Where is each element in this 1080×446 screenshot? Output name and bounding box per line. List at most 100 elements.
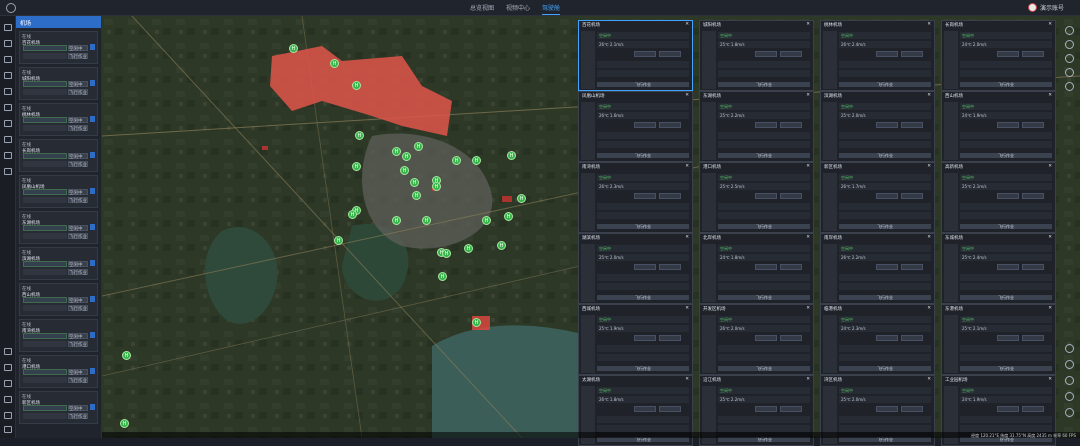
dock-action-button[interactable]: 空闲中 <box>68 333 88 339</box>
dock-status-panel[interactable]: 百花机场 ✕ 空闲中 26℃ 2.1m/s 飞行作业 <box>578 20 693 91</box>
panel-mode-tag[interactable] <box>634 406 656 412</box>
dock-status-panel[interactable]: 新区机场 ✕ 空闲中 26℃ 1.7m/s 飞行作业 <box>820 162 935 233</box>
dock-map-marker[interactable]: H <box>452 156 461 165</box>
dock-icon[interactable] <box>4 72 12 79</box>
dock-status-panel[interactable]: 开发区机场 ✕ 空闲中 26℃ 2.0m/s 飞行作业 <box>699 304 814 375</box>
dock-map-marker[interactable]: H <box>348 210 357 219</box>
dock-map-marker[interactable]: H <box>497 241 506 250</box>
dock-status-panel[interactable]: 西山机场 ✕ 空闲中 24℃ 1.9m/s 飞行作业 <box>941 91 1056 162</box>
dock-status-panel[interactable]: 桃林机场 ✕ 空闲中 26℃ 2.4m/s 飞行作业 <box>820 20 935 91</box>
dock-action-button[interactable]: 空闲中 <box>68 81 88 87</box>
settings-icon[interactable] <box>4 426 12 433</box>
dock-fly-button[interactable]: 飞行作业 <box>68 197 88 203</box>
document-icon[interactable] <box>4 120 12 127</box>
panel-mode-tag[interactable] <box>659 264 681 270</box>
expand-icon[interactable] <box>90 404 95 410</box>
panel-mode-tag[interactable] <box>876 406 898 412</box>
close-icon[interactable]: ✕ <box>927 164 931 170</box>
dock-list-header[interactable]: 机场 <box>16 16 101 28</box>
close-icon[interactable]: ✕ <box>1048 306 1052 312</box>
dock-status-panel[interactable]: 南岸机场 ✕ 空闲中 26℃ 2.2m/s 飞行作业 <box>820 233 935 304</box>
dock-fly-button[interactable]: 飞行作业 <box>68 89 88 95</box>
expand-icon[interactable] <box>90 116 95 122</box>
panel-mode-tag[interactable] <box>780 122 802 128</box>
panel-mode-tag[interactable] <box>876 193 898 199</box>
dock-map-marker[interactable]: H <box>472 156 481 165</box>
dock-fly-button[interactable]: 飞行作业 <box>68 161 88 167</box>
close-icon[interactable]: ✕ <box>806 377 810 383</box>
dock-map-marker[interactable]: H <box>392 147 401 156</box>
dock-status-panel[interactable]: 高新机场 ✕ 空闲中 25℃ 2.1m/s 飞行作业 <box>941 162 1056 233</box>
dock-action-button[interactable]: 空闲中 <box>68 369 88 375</box>
dock-map-marker[interactable]: H <box>334 236 343 245</box>
dock-status-panel[interactable]: 滨湖机场 ✕ 空闲中 25℃ 2.0m/s 飞行作业 <box>820 91 935 162</box>
upload-icon[interactable] <box>4 40 12 47</box>
dock-map-marker[interactable]: H <box>392 216 401 225</box>
panel-mode-tag[interactable] <box>755 193 777 199</box>
dock-fly-button[interactable]: 飞行作业 <box>68 413 88 419</box>
panel-fly-button[interactable]: 飞行作业 <box>718 153 810 158</box>
panel-mode-tag[interactable] <box>1022 406 1044 412</box>
tool-icon[interactable] <box>4 412 12 419</box>
panel-mode-tag[interactable] <box>780 51 802 57</box>
dock-status-panel[interactable]: 港口机场 ✕ 空闲中 25℃ 2.5m/s 飞行作业 <box>699 162 814 233</box>
panel-mode-tag[interactable] <box>1022 193 1044 199</box>
close-icon[interactable]: ✕ <box>1048 235 1052 241</box>
panel-mode-tag[interactable] <box>901 406 923 412</box>
panel-mode-tag[interactable] <box>901 335 923 341</box>
panel-mode-tag[interactable] <box>901 193 923 199</box>
panel-mode-tag[interactable] <box>634 264 656 270</box>
panel-mode-tag[interactable] <box>755 406 777 412</box>
expand-icon[interactable] <box>90 224 95 230</box>
dock-map-marker[interactable]: H <box>355 131 364 140</box>
panel-fly-button[interactable]: 飞行作业 <box>718 224 810 229</box>
panel-mode-tag[interactable] <box>659 51 681 57</box>
close-icon[interactable]: ✕ <box>685 235 689 241</box>
dock-fly-button[interactable]: 飞行作业 <box>68 377 88 383</box>
scan-icon[interactable] <box>4 24 12 31</box>
map-icon[interactable] <box>1065 54 1074 63</box>
dock-list-item[interactable]: 在线 东湖机场 空闲中 飞行作业 <box>19 211 98 244</box>
panel-mode-tag[interactable] <box>780 193 802 199</box>
dock-action-button[interactable]: 空闲中 <box>68 153 88 159</box>
panel-mode-tag[interactable] <box>1022 335 1044 341</box>
close-icon[interactable]: ✕ <box>1048 377 1052 383</box>
panel-fly-button[interactable]: 飞行作业 <box>960 82 1052 87</box>
dock-list-item[interactable]: 在线 西山机场 空闲中 飞行作业 <box>19 283 98 316</box>
search-icon[interactable] <box>1065 26 1074 35</box>
dock-map-marker[interactable]: H <box>330 59 339 68</box>
panel-fly-button[interactable]: 飞行作业 <box>839 153 931 158</box>
panel-fly-button[interactable]: 飞行作业 <box>839 82 931 87</box>
dock-status-panel[interactable]: 南湾机场 ✕ 空闲中 26℃ 2.3m/s 飞行作业 <box>578 162 693 233</box>
dock-list-item[interactable]: 在线 桃林机场 空闲中 飞行作业 <box>19 103 98 136</box>
dock-map-marker[interactable]: H <box>438 272 447 281</box>
close-icon[interactable]: ✕ <box>927 235 931 241</box>
globe-icon[interactable] <box>4 152 12 159</box>
dock-action-button[interactable]: 空闲中 <box>68 45 88 51</box>
panel-mode-tag[interactable] <box>901 51 923 57</box>
close-icon[interactable]: ✕ <box>806 235 810 241</box>
dock-status-panel[interactable]: 凤凰山机场 ✕ 空闲中 26℃ 1.6m/s 飞行作业 <box>578 91 693 162</box>
refresh-icon[interactable] <box>4 396 12 403</box>
expand-icon[interactable] <box>90 368 95 374</box>
panel-fly-button[interactable]: 飞行作业 <box>960 295 1052 300</box>
panel-fly-button[interactable]: 飞行作业 <box>597 153 689 158</box>
dock-map-marker[interactable]: H <box>464 244 473 253</box>
dock-status-panel[interactable]: 北岸机场 ✕ 空闲中 24℃ 1.8m/s 飞行作业 <box>699 233 814 304</box>
panel-mode-tag[interactable] <box>997 122 1019 128</box>
dock-status-panel[interactable]: 长岗机场 ✕ 空闲中 24℃ 2.0m/s 飞行作业 <box>941 20 1056 91</box>
panel-mode-tag[interactable] <box>1022 51 1044 57</box>
dock-list-item[interactable]: 在线 城阳机场 空闲中 飞行作业 <box>19 67 98 100</box>
dock-map-marker[interactable]: H <box>482 216 491 225</box>
dock-map-marker[interactable]: H <box>412 191 421 200</box>
panel-fly-button[interactable]: 飞行作业 <box>839 295 931 300</box>
dock-action-button[interactable]: 空闲中 <box>68 117 88 123</box>
expand-icon[interactable] <box>90 332 95 338</box>
panel-mode-tag[interactable] <box>997 193 1019 199</box>
dock-map-marker[interactable]: H <box>432 182 441 191</box>
target-icon[interactable] <box>4 380 12 387</box>
download-icon[interactable] <box>4 364 12 371</box>
close-icon[interactable]: ✕ <box>1048 93 1052 99</box>
fire-icon[interactable] <box>4 348 12 355</box>
close-icon[interactable]: ✕ <box>685 306 689 312</box>
